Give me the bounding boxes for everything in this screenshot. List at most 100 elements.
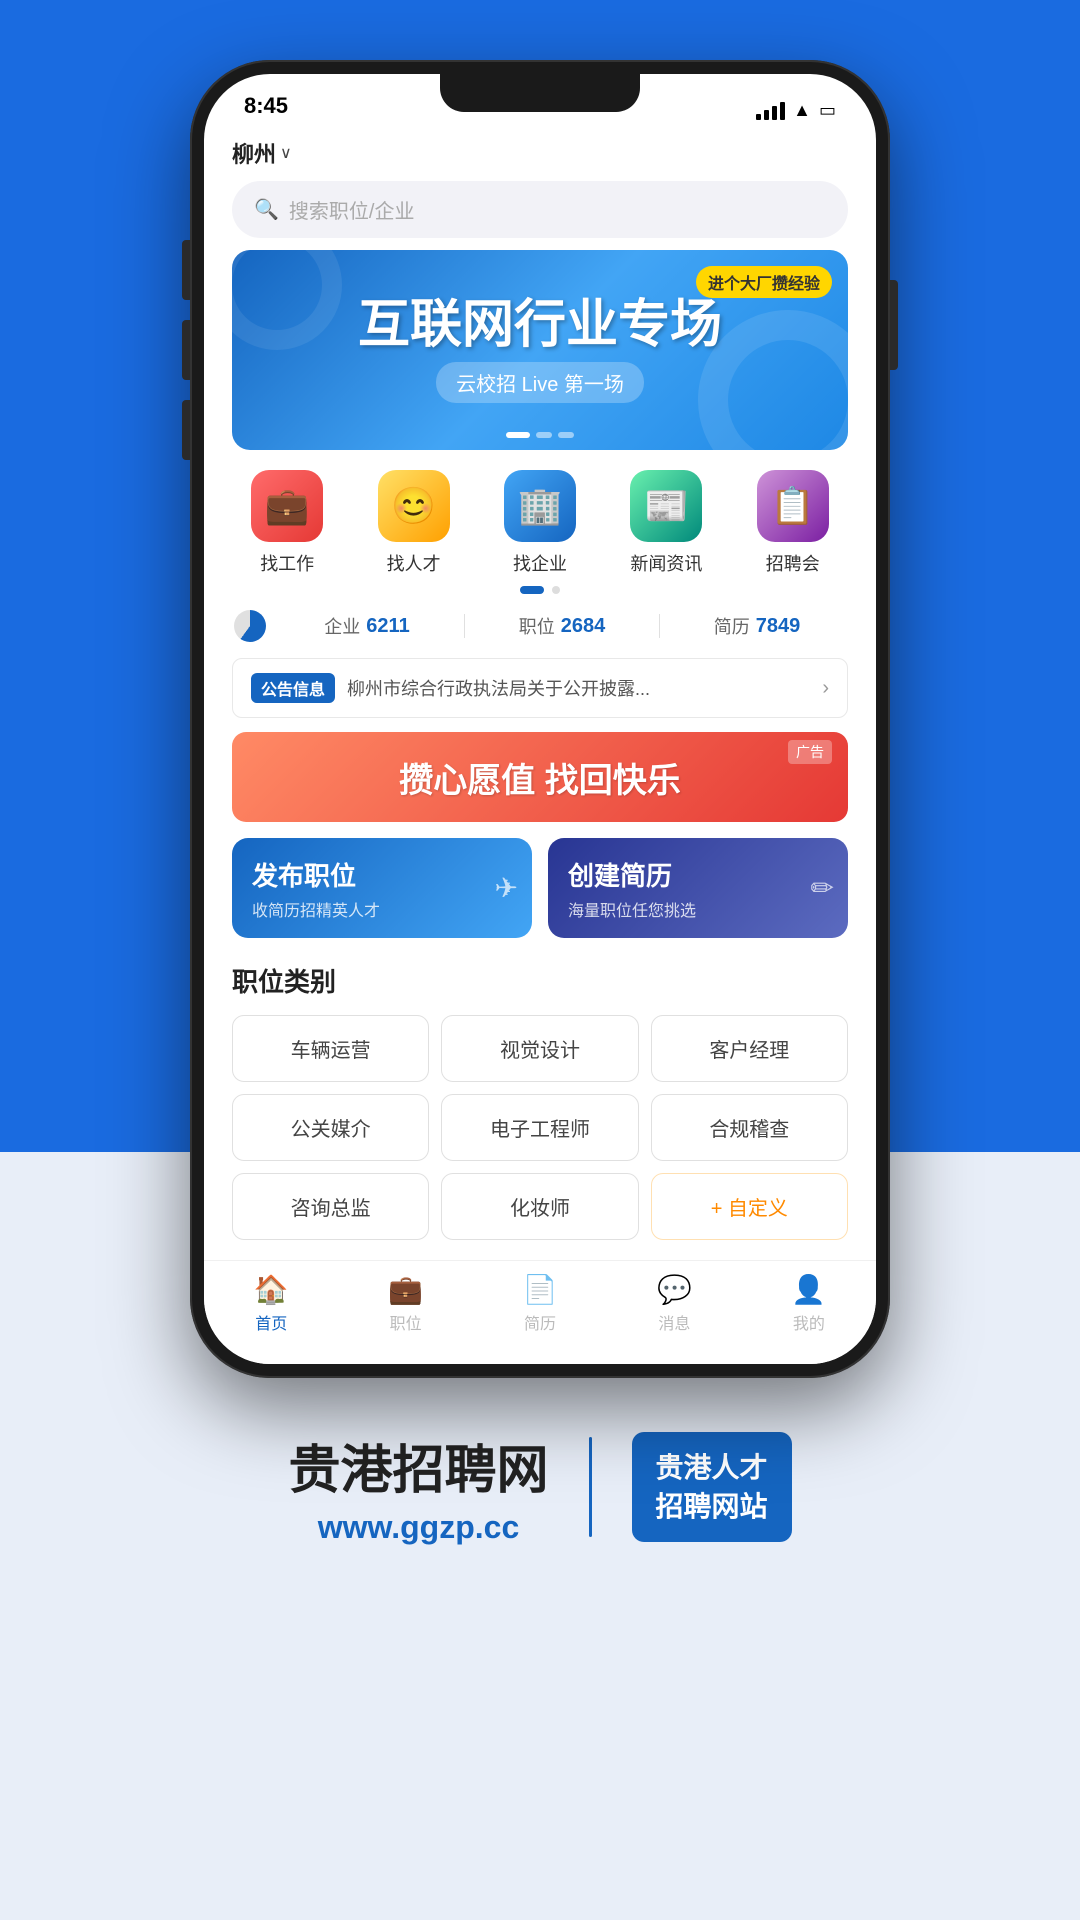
nav-home-label: 首页 xyxy=(255,1310,287,1334)
status-time: 8:45 xyxy=(244,93,288,121)
banner-content: 互联网行业专场 云校招 Live 第一场 xyxy=(358,297,722,403)
stat-resume-label: 简历 xyxy=(714,613,750,639)
quick-icon-find-talent[interactable]: 😊 找人才 xyxy=(364,470,464,576)
stat-company: 企业 6211 xyxy=(278,613,456,639)
nav-profile[interactable]: 👤 我的 xyxy=(742,1273,876,1334)
post-job-button[interactable]: 发布职位 收简历招精英人才 ✈ xyxy=(232,838,532,938)
ad-banner[interactable]: 攒心愿值 找回快乐 广告 xyxy=(232,732,848,822)
notice-arrow-icon: › xyxy=(822,677,829,700)
profile-icon: 👤 xyxy=(791,1273,826,1306)
quick-icon-job-fair[interactable]: 📋 招聘会 xyxy=(743,470,843,576)
post-job-icon: ✈ xyxy=(495,872,518,905)
banner-subtitle: 云校招 Live 第一场 xyxy=(436,362,644,403)
banner-dot-2 xyxy=(536,432,552,438)
notice-bar[interactable]: 公告信息 柳州市综合行政执法局关于公开披露... › xyxy=(232,658,848,718)
hero-banner[interactable]: 互联网行业专场 云校招 Live 第一场 进个大厂攒经验 xyxy=(232,250,848,450)
messages-icon: 💬 xyxy=(657,1273,692,1306)
page-footer: 贵港招聘网 www.ggzp.cc 贵港人才 招聘网站 xyxy=(288,1428,791,1606)
wifi-icon: ▲ xyxy=(793,100,811,121)
category-consultant[interactable]: 咨询总监 xyxy=(232,1173,429,1240)
phone-shell: 8:45 ▲ ▭ 柳州 ∨ 🔍 xyxy=(190,60,890,1378)
jobs-icon: 💼 xyxy=(388,1273,423,1306)
news-label: 新闻资讯 xyxy=(630,550,702,576)
footer-divider xyxy=(589,1437,592,1537)
job-fair-icon: 📋 xyxy=(757,470,829,542)
ad-text: 攒心愿值 找回快乐 xyxy=(399,753,680,802)
stat-resume: 简历 7849 xyxy=(668,613,846,639)
banner-dot-1 xyxy=(506,432,530,438)
find-job-icon: 💼 xyxy=(251,470,323,542)
nav-home[interactable]: 🏠 首页 xyxy=(204,1273,338,1334)
location-row[interactable]: 柳州 ∨ xyxy=(232,137,848,169)
battery-icon: ▭ xyxy=(819,100,836,121)
signal-icon xyxy=(756,102,785,120)
find-company-icon: 🏢 xyxy=(504,470,576,542)
stat-company-label: 企业 xyxy=(324,613,360,639)
app-header: 柳州 ∨ 🔍 搜索职位/企业 xyxy=(204,129,876,250)
action-buttons-row: 发布职位 收简历招精英人才 ✈ 创建简历 海量职位任您挑选 ✏ xyxy=(204,838,876,958)
stats-chart-icon xyxy=(234,610,266,642)
scroll-dot-active xyxy=(520,586,544,594)
category-custom[interactable]: + 自定义 xyxy=(651,1173,848,1240)
stats-row: 企业 6211 职位 2684 简历 7849 xyxy=(204,610,876,658)
stat-resume-value: 7849 xyxy=(756,615,801,638)
category-compliance[interactable]: 合规稽查 xyxy=(651,1094,848,1161)
nav-resume[interactable]: 📄 简历 xyxy=(473,1273,607,1334)
quick-icon-find-job[interactable]: 💼 找工作 xyxy=(237,470,337,576)
category-pr-media[interactable]: 公关媒介 xyxy=(232,1094,429,1161)
category-electronics-eng[interactable]: 电子工程师 xyxy=(441,1094,638,1161)
quick-icon-find-company[interactable]: 🏢 找企业 xyxy=(490,470,590,576)
quick-icon-news[interactable]: 📰 新闻资讯 xyxy=(616,470,716,576)
post-job-title: 发布职位 xyxy=(252,856,356,893)
banner-badge: 进个大厂攒经验 xyxy=(696,266,832,298)
notice-text: 柳州市综合行政执法局关于公开披露... xyxy=(347,675,810,701)
stat-company-value: 6211 xyxy=(366,615,409,638)
location-text: 柳州 xyxy=(232,137,276,169)
category-visual-design[interactable]: 视觉设计 xyxy=(441,1015,638,1082)
category-vehicle-ops[interactable]: 车辆运营 xyxy=(232,1015,429,1082)
find-talent-icon: 😊 xyxy=(378,470,450,542)
footer-brand-name: 贵港招聘网 xyxy=(288,1428,548,1503)
footer-badge: 贵港人才 招聘网站 xyxy=(632,1432,792,1542)
banner-dot-3 xyxy=(558,432,574,438)
resume-icon: 📄 xyxy=(523,1273,558,1306)
nav-jobs-label: 职位 xyxy=(390,1310,422,1334)
app-content: 柳州 ∨ 🔍 搜索职位/企业 互联网行业专场 云校招 Live 第一场 进个大厂… xyxy=(204,129,876,1364)
banner-decoration-2 xyxy=(232,250,342,350)
nav-profile-label: 我的 xyxy=(793,1310,825,1334)
categories-section-title: 职位类别 xyxy=(204,958,876,1015)
stat-position-label: 职位 xyxy=(519,613,555,639)
ad-badge: 广告 xyxy=(788,740,832,764)
find-job-label: 找工作 xyxy=(260,550,314,576)
banner-main-title: 互联网行业专场 xyxy=(358,297,722,354)
create-resume-button[interactable]: 创建简历 海量职位任您挑选 ✏ xyxy=(548,838,848,938)
brand-part2: 招聘网 xyxy=(392,1442,548,1500)
quick-icons-row: 💼 找工作 😊 找人才 🏢 找企业 📰 新闻资讯 📋 招聘会 xyxy=(204,470,876,586)
stat-divider-2 xyxy=(659,614,660,638)
bottom-nav: 🏠 首页 💼 职位 📄 简历 💬 消息 👤 我的 xyxy=(204,1260,876,1364)
notice-tag: 公告信息 xyxy=(251,673,335,703)
chevron-down-icon: ∨ xyxy=(280,143,292,163)
brand-part1: 贵港 xyxy=(288,1442,392,1500)
search-bar[interactable]: 🔍 搜索职位/企业 xyxy=(232,181,848,238)
stat-divider-1 xyxy=(464,614,465,638)
find-company-label: 找企业 xyxy=(513,550,567,576)
footer-brand: 贵港招聘网 www.ggzp.cc xyxy=(288,1428,548,1546)
nav-resume-label: 简历 xyxy=(524,1310,556,1334)
search-icon: 🔍 xyxy=(254,197,279,222)
footer-badge-line1: 贵港人才 xyxy=(656,1452,768,1483)
category-account-mgr[interactable]: 客户经理 xyxy=(651,1015,848,1082)
nav-messages-label: 消息 xyxy=(658,1310,690,1334)
category-makeup[interactable]: 化妆师 xyxy=(441,1173,638,1240)
category-grid: 车辆运营 视觉设计 客户经理 公关媒介 电子工程师 合规稽查 咨询总监 化妆师 … xyxy=(204,1015,876,1260)
create-resume-icon: ✏ xyxy=(811,872,834,905)
scroll-dots xyxy=(204,586,876,594)
footer-url: www.ggzp.cc xyxy=(288,1509,548,1546)
stat-position-value: 2684 xyxy=(561,615,606,638)
nav-jobs[interactable]: 💼 职位 xyxy=(338,1273,472,1334)
stat-position: 职位 2684 xyxy=(473,613,651,639)
news-icon: 📰 xyxy=(630,470,702,542)
notch xyxy=(440,74,640,112)
find-talent-label: 找人才 xyxy=(387,550,441,576)
nav-messages[interactable]: 💬 消息 xyxy=(607,1273,741,1334)
